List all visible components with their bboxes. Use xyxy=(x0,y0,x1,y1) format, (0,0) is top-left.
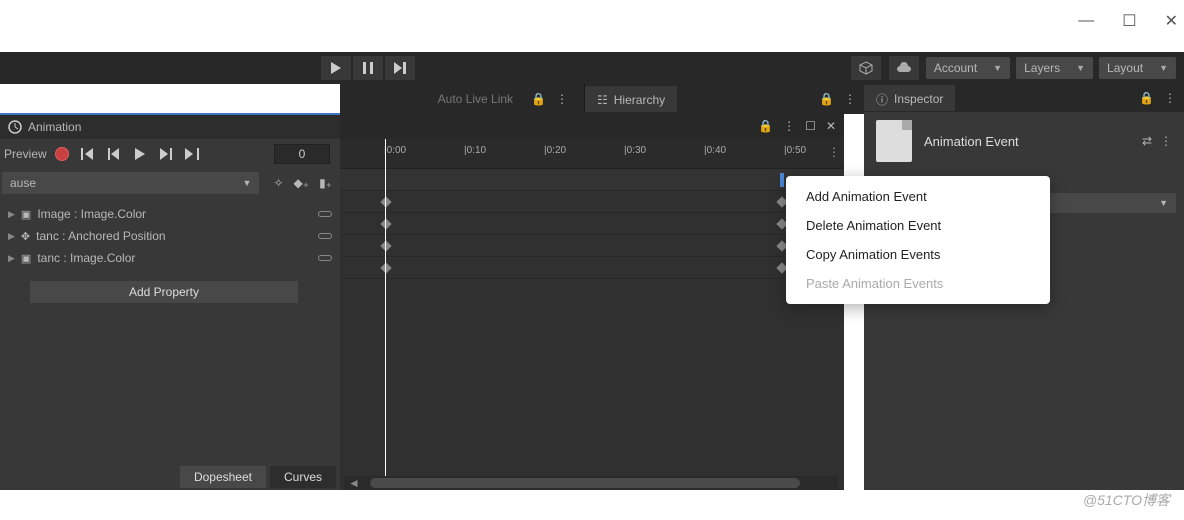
add-keyframe-icon[interactable]: ◆₊ xyxy=(294,176,310,190)
menu-icon[interactable]: ⋮ xyxy=(783,119,795,133)
keyframe[interactable] xyxy=(380,218,391,229)
package-icon[interactable] xyxy=(850,55,882,81)
minimize-button[interactable]: — xyxy=(1078,12,1094,30)
context-menu-item[interactable]: Delete Animation Event xyxy=(786,211,1050,240)
tab-dopesheet[interactable]: Dopesheet xyxy=(180,466,266,488)
add-property-button[interactable]: Add Property xyxy=(30,281,298,303)
ruler-tick: |0:00 xyxy=(384,145,406,156)
menu-icon[interactable]: ⋮ xyxy=(844,92,856,106)
maximize-button[interactable]: ☐ xyxy=(1122,11,1136,31)
last-frame-button[interactable] xyxy=(181,143,203,165)
preview-label[interactable]: Preview xyxy=(4,147,47,161)
dopesheet-track[interactable] xyxy=(340,235,844,257)
first-frame-button[interactable] xyxy=(77,143,99,165)
ruler-tick: |0:30 xyxy=(624,145,646,156)
animation-view-tabs: Dopesheet Curves xyxy=(0,466,340,490)
layers-dropdown[interactable]: Layers▼ xyxy=(1016,57,1093,79)
asset-title: Animation Event xyxy=(924,134,1019,149)
visibility-icon[interactable] xyxy=(318,211,332,217)
account-dropdown[interactable]: Account▼ xyxy=(926,57,1010,79)
lock-icon[interactable]: 🔒 xyxy=(1139,91,1154,105)
play-anim-button[interactable] xyxy=(129,143,151,165)
step-button[interactable] xyxy=(384,55,416,81)
animation-panel: Animation Preview ause▼ ✧ ◆₊ ▮₊ ▶▣Image … xyxy=(0,113,340,490)
timeline-panel: 🔒 ⋮ ☐ ✕ |0:00 |0:10 |0:20 |0:30 |0:40 |0:50 ⋮ xyxy=(340,113,844,490)
tab-inspector[interactable]: ⓘInspector xyxy=(864,85,955,111)
tab-curves[interactable]: Curves xyxy=(270,466,336,488)
cloud-icon[interactable] xyxy=(888,55,920,81)
tab-hierarchy[interactable]: ☷Hierarchy xyxy=(585,86,677,112)
prev-frame-button[interactable] xyxy=(103,143,125,165)
os-titlebar: — ☐ ✕ xyxy=(0,0,1184,42)
keyframe[interactable] xyxy=(380,196,391,207)
add-event-icon[interactable]: ▮₊ xyxy=(319,176,332,190)
timeline-menu-icon[interactable]: ⋮ xyxy=(828,145,840,159)
ruler-tick: |0:20 xyxy=(544,145,566,156)
revert-icon[interactable]: ⇄ xyxy=(1142,134,1152,148)
playhead[interactable] xyxy=(385,139,386,490)
lock-icon[interactable]: 🔒 xyxy=(758,119,773,133)
timeline-scrollbar[interactable]: ◄ xyxy=(344,476,838,490)
layout-dropdown[interactable]: Layout▼ xyxy=(1099,57,1176,79)
dopesheet-track[interactable] xyxy=(340,213,844,235)
event-marker[interactable] xyxy=(780,173,784,187)
maximize-icon[interactable]: ☐ xyxy=(805,119,816,133)
close-panel-icon[interactable]: ✕ xyxy=(826,119,836,133)
animation-icon xyxy=(8,120,22,134)
clip-dropdown[interactable]: ause▼ xyxy=(2,172,259,194)
mid-header: Auto Live Link 🔒 ⋮ ☷Hierarchy 🔒 ⋮ xyxy=(340,84,864,114)
context-menu-item[interactable]: Copy Animation Events xyxy=(786,240,1050,269)
dopesheet-track[interactable] xyxy=(340,257,844,279)
close-button[interactable]: ✕ xyxy=(1165,11,1178,31)
context-menu-item[interactable]: Add Animation Event xyxy=(786,182,1050,211)
auto-live-link-label: Auto Live Link xyxy=(438,92,513,106)
ruler-tick: |0:10 xyxy=(464,145,486,156)
animation-tab-label[interactable]: Animation xyxy=(28,120,81,134)
dopesheet-track[interactable] xyxy=(340,191,844,213)
context-menu: Add Animation EventDelete Animation Even… xyxy=(786,176,1050,304)
keyframe[interactable] xyxy=(380,240,391,251)
lock-icon[interactable]: 🔒 xyxy=(531,92,546,106)
property-row[interactable]: ▶✥tanc : Anchored Position xyxy=(0,225,340,247)
main-toolbar: Account▼ Layers▼ Layout▼ xyxy=(0,52,1184,84)
frame-field[interactable] xyxy=(274,144,330,164)
asset-icon xyxy=(876,120,912,162)
visibility-icon[interactable] xyxy=(318,255,332,261)
lock-icon[interactable]: 🔒 xyxy=(819,92,834,106)
property-row[interactable]: ▶▣Image : Image.Color xyxy=(0,203,340,225)
time-ruler[interactable]: |0:00 |0:10 |0:20 |0:30 |0:40 |0:50 xyxy=(340,139,844,169)
ruler-tick: |0:50 xyxy=(784,145,806,156)
visibility-icon[interactable] xyxy=(318,233,332,239)
menu-icon[interactable]: ⋮ xyxy=(1164,91,1176,105)
context-menu-item: Paste Animation Events xyxy=(786,269,1050,298)
ruler-tick: |0:40 xyxy=(704,145,726,156)
watermark: @51CTO博客 xyxy=(1083,490,1170,510)
pause-button[interactable] xyxy=(352,55,384,81)
event-track[interactable] xyxy=(340,169,844,191)
property-row[interactable]: ▶▣tanc : Image.Color xyxy=(0,247,340,269)
keyframe[interactable] xyxy=(380,262,391,273)
record-button[interactable] xyxy=(51,143,73,165)
play-button[interactable] xyxy=(320,55,352,81)
menu-icon[interactable]: ⋮ xyxy=(1160,134,1172,148)
filter-icon[interactable]: ✧ xyxy=(273,176,283,190)
menu-icon[interactable]: ⋮ xyxy=(556,92,568,106)
next-frame-button[interactable] xyxy=(155,143,177,165)
